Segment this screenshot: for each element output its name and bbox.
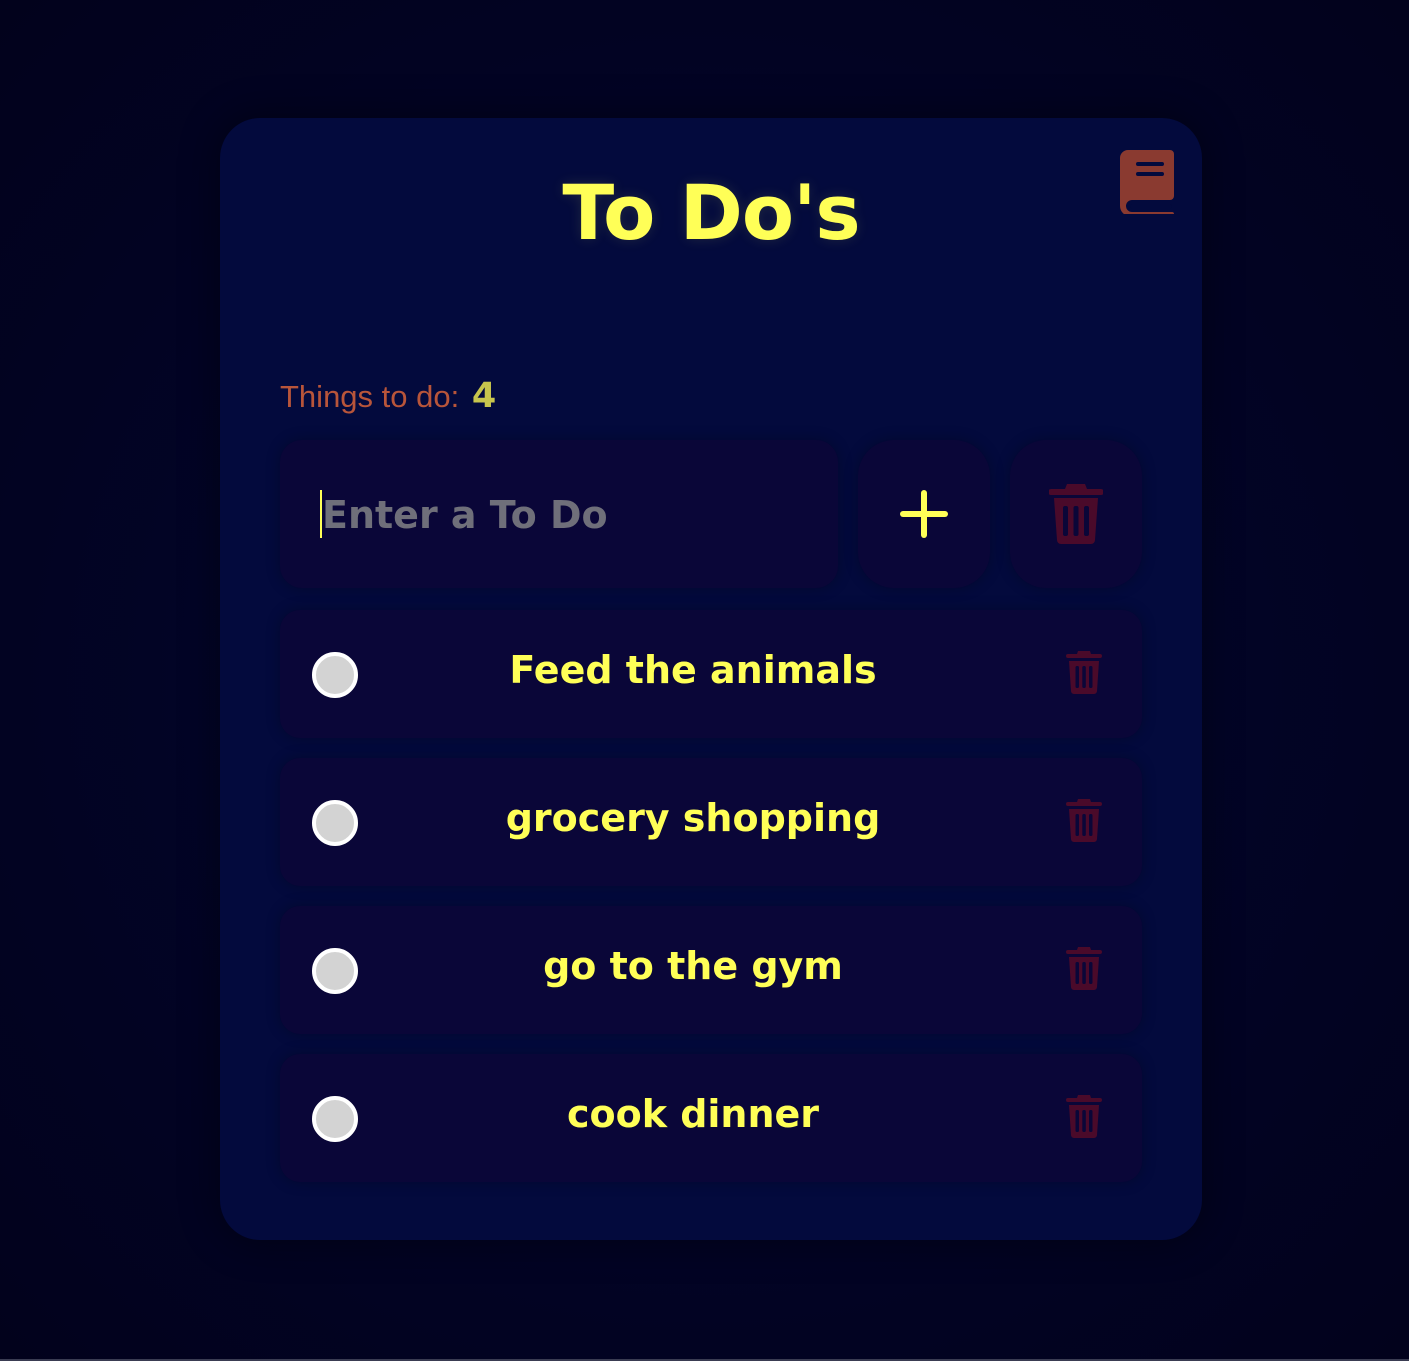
app-title: To Do's <box>562 168 860 257</box>
todo-text: go to the gym <box>543 944 843 988</box>
trash-icon <box>1049 484 1103 544</box>
counter-label: Things to do: <box>280 379 460 414</box>
clear-all-button[interactable] <box>1010 440 1142 588</box>
new-todo-container <box>280 440 838 588</box>
todo-item: cook dinner <box>280 1054 1142 1182</box>
todo-item: Feed the animals <box>280 610 1142 738</box>
todo-counter: Things to do: 4 <box>280 376 496 416</box>
new-todo-input[interactable] <box>320 482 814 548</box>
todo-card: To Do's Things to do: 4 Enter a To Do Fe… <box>220 118 1202 1240</box>
delete-todo-icon[interactable] <box>1066 798 1102 842</box>
todo-text: cook dinner <box>566 1092 820 1136</box>
book-icon[interactable] <box>1118 148 1176 216</box>
delete-todo-icon[interactable] <box>1066 1094 1102 1138</box>
page: To Do's Things to do: 4 Enter a To Do Fe… <box>0 0 1409 1361</box>
delete-todo-icon[interactable] <box>1066 650 1102 694</box>
text-caret <box>320 490 322 538</box>
counter-value: 4 <box>471 376 497 416</box>
plus-icon <box>900 490 948 538</box>
todo-item: go to the gym <box>280 906 1142 1034</box>
todo-text: Feed the animals <box>509 648 877 692</box>
todo-complete-radio[interactable] <box>312 652 358 698</box>
todo-complete-radio[interactable] <box>312 800 358 846</box>
todo-item: grocery shopping <box>280 758 1142 886</box>
todo-complete-radio[interactable] <box>312 1096 358 1142</box>
todo-complete-radio[interactable] <box>312 948 358 994</box>
todo-text: grocery shopping <box>505 796 881 840</box>
add-todo-button[interactable] <box>858 440 990 588</box>
delete-todo-icon[interactable] <box>1066 946 1102 990</box>
